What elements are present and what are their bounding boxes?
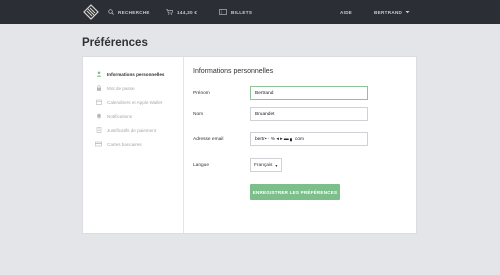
language-label: Langue: [193, 163, 210, 168]
nav-help-label: AIDE: [340, 9, 353, 15]
firstname-input[interactable]: Bertrand: [250, 86, 368, 100]
chevron-down-icon: ▾: [275, 162, 278, 168]
email-value: bertr▪ ‧ % ◂ ▸ ▬ ▖ com: [255, 136, 305, 142]
user-icon: [95, 71, 102, 78]
lastname-label: Nom: [193, 112, 204, 117]
nav-tickets[interactable]: BILLETS: [219, 0, 252, 24]
save-preferences-button[interactable]: ENREGISTRER LES PRÉFÉRENCES: [250, 184, 340, 200]
sidebar-item-label: Calendriers et Apple Wallet: [107, 99, 163, 105]
nav-tickets-label: BILLETS: [231, 9, 253, 15]
sidebar-item-label: Notifications: [107, 113, 133, 119]
email-field[interactable]: bertr▪ ‧ % ◂ ▸ ▬ ▖ com: [250, 132, 368, 146]
nav-help[interactable]: AIDE: [340, 0, 352, 24]
top-navigation-bar: RECHERCHE 144,30 € BILLETS AIDE BERTRAND: [0, 0, 500, 24]
nav-cart[interactable]: 144,30 €: [166, 0, 197, 24]
page-title: Préférences: [82, 37, 148, 49]
search-icon: [108, 9, 114, 15]
lastname-input[interactable]: Bruandet: [250, 107, 368, 121]
nav-cart-total: 144,30 €: [177, 9, 198, 15]
nav-search[interactable]: RECHERCHE: [108, 0, 150, 24]
sidebar-item-calendars[interactable]: Calendriers et Apple Wallet: [95, 97, 162, 107]
sidebar-item-label: Justificatifs de paiement: [107, 127, 157, 133]
preferences-sidebar: Informations personnelles Mot de passe C…: [83, 57, 184, 233]
email-label: Adresse email: [193, 137, 224, 142]
sidebar-item-bank-cards[interactable]: Cartes bancaires: [95, 139, 142, 149]
nav-search-label: RECHERCHE: [118, 9, 150, 15]
sidebar-item-label: Mot de passe: [107, 85, 135, 91]
credit-card-icon: [95, 141, 102, 148]
language-select[interactable]: Français ▾: [250, 158, 282, 172]
language-value: Français: [254, 162, 273, 168]
lastname-value: Bruandet: [255, 111, 275, 117]
firstname-label: Prénom: [193, 91, 210, 96]
logo-icon[interactable]: [83, 4, 99, 20]
calendar-icon: [95, 99, 102, 106]
sidebar-item-password[interactable]: Mot de passe: [95, 83, 135, 93]
bell-icon: [95, 113, 102, 120]
chevron-down-icon: [405, 11, 410, 14]
cart-icon: [166, 9, 173, 15]
lock-icon: [95, 85, 102, 92]
sidebar-item-label: Cartes bancaires: [107, 141, 142, 147]
preferences-card: Informations personnelles Mot de passe C…: [82, 56, 417, 234]
sidebar-item-label: Informations personnelles: [107, 71, 165, 77]
sidebar-item-payment-receipts[interactable]: Justificatifs de paiement: [95, 125, 156, 135]
user-menu-label: BERTRAND: [374, 9, 403, 15]
form-title: Informations personnelles: [193, 68, 274, 75]
firstname-value: Bertrand: [255, 90, 274, 96]
document-icon: [95, 127, 102, 134]
ticket-icon: [219, 9, 227, 15]
user-menu[interactable]: BERTRAND: [374, 0, 410, 24]
sidebar-item-notifications[interactable]: Notifications: [95, 111, 132, 121]
sidebar-item-personal-info[interactable]: Informations personnelles: [95, 69, 164, 79]
